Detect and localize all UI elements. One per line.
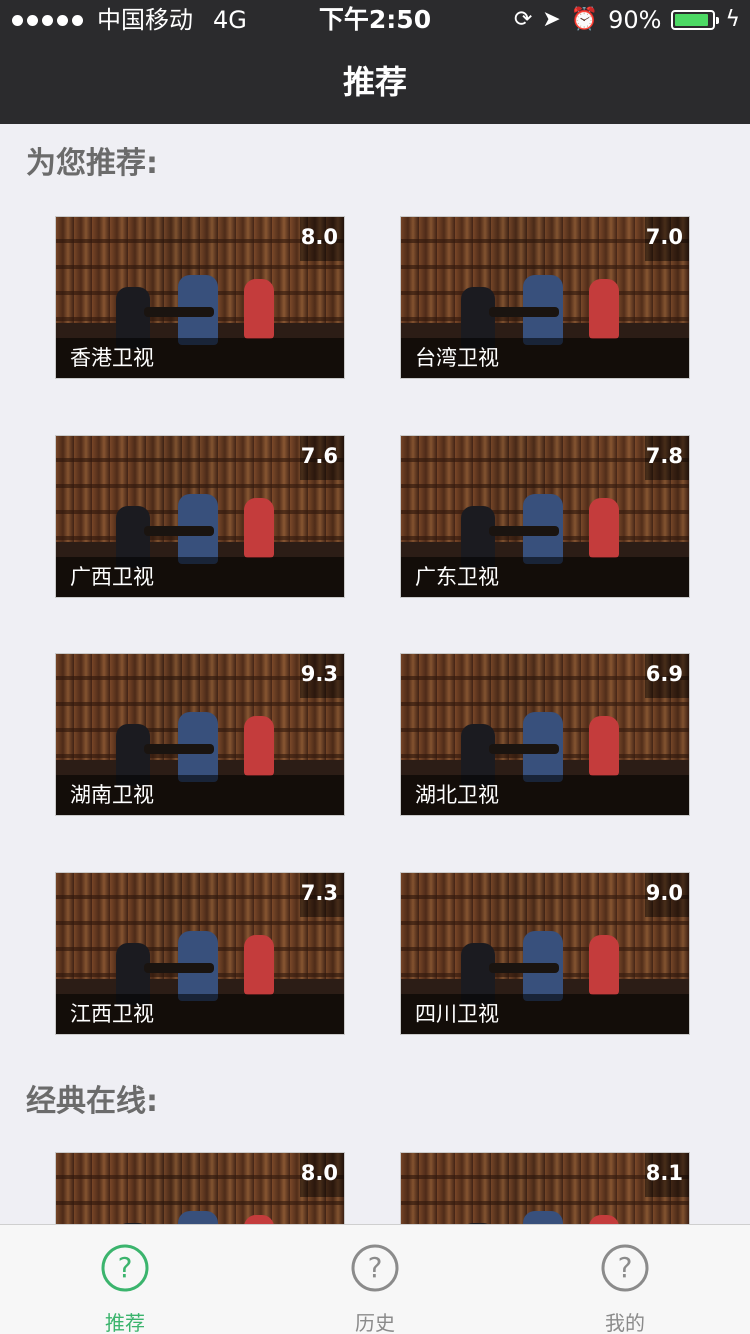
status-right: ⟳ ➤ ⏰ 90% ϟ (514, 0, 740, 40)
tab-label: 推荐 (105, 1311, 145, 1334)
tab-history[interactable]: ? 历史 (250, 1225, 500, 1334)
channel-card[interactable]: 7.0 台湾卫视 (400, 216, 690, 379)
channel-card[interactable]: 7.3 江西卫视 (55, 872, 345, 1035)
channel-name: 广西卫视 (56, 557, 344, 597)
rating-badge: 6.9 (645, 654, 689, 698)
tab-recommend[interactable]: ? 推荐 (0, 1225, 250, 1334)
svg-text:?: ? (118, 1251, 133, 1284)
rating-badge: 8.0 (300, 1153, 344, 1197)
orientation-lock-icon: ⟳ (513, 7, 533, 32)
rating-badge: 7.0 (645, 217, 689, 261)
rating-badge: 9.3 (300, 654, 344, 698)
channel-name: 四川卫视 (401, 994, 689, 1034)
channel-card[interactable]: 9.3 湖南卫视 (55, 653, 345, 816)
channel-card[interactable]: 7.6 广西卫视 (55, 435, 345, 598)
svg-text:?: ? (368, 1251, 383, 1284)
channel-card[interactable]: 8.0 香港卫视 (55, 216, 345, 379)
page-title: 推荐 (342, 63, 407, 101)
thumb-figure (589, 716, 619, 776)
thumb-table (489, 744, 559, 754)
thumb-figure (178, 1211, 218, 1224)
thumb-table (144, 526, 214, 536)
channel-card[interactable]: 8.0 (55, 1152, 345, 1224)
rating-badge: 8.1 (645, 1153, 689, 1197)
tab-label: 我的 (605, 1311, 645, 1334)
content-scroll-area[interactable]: 为您推荐: 8.0 香港卫视 7.0 台湾卫视 7.6 广西卫视 7.8 广东卫… (0, 124, 750, 1224)
thumb-table (489, 526, 559, 536)
help-circle-icon: ? (351, 1244, 399, 1292)
rating-badge: 7.3 (300, 873, 344, 917)
thumb-table (144, 744, 214, 754)
channel-name: 广东卫视 (401, 557, 689, 597)
channel-name: 台湾卫视 (401, 338, 689, 378)
section-title-recommended: 为您推荐: (26, 146, 158, 181)
help-circle-icon: ? (601, 1244, 649, 1292)
rating-badge: 8.0 (300, 217, 344, 261)
tab-label: 历史 (355, 1311, 395, 1334)
thumb-figure (244, 279, 274, 339)
svg-text:?: ? (618, 1251, 633, 1284)
help-circle-icon: ? (101, 1244, 149, 1292)
thumb-table (489, 963, 559, 973)
thumb-figure (589, 279, 619, 339)
battery-percent: 90% (608, 6, 662, 34)
charging-bolt-icon: ϟ (725, 7, 740, 32)
thumb-figure (244, 935, 274, 995)
thumb-figure (244, 716, 274, 776)
thumb-table (144, 307, 214, 317)
battery-icon (671, 10, 720, 30)
thumb-figure (589, 498, 619, 558)
battery-fill (675, 14, 708, 26)
channel-name: 江西卫视 (56, 994, 344, 1034)
thumb-figure (589, 935, 619, 995)
section-title-classics: 经典在线: (26, 1084, 158, 1119)
rating-badge: 7.6 (300, 436, 344, 480)
rating-badge: 7.8 (645, 436, 689, 480)
rating-badge: 9.0 (645, 873, 689, 917)
status-bar: 中国移动 4G 下午2:50 ⟳ ➤ ⏰ 90% ϟ (0, 0, 750, 40)
tab-mine[interactable]: ? 我的 (500, 1225, 750, 1334)
channel-card[interactable]: 8.1 (400, 1152, 690, 1224)
channel-card[interactable]: 6.9 湖北卫视 (400, 653, 690, 816)
thumb-figure (523, 1211, 563, 1224)
thumb-figure (244, 498, 274, 558)
alarm-clock-icon: ⏰ (570, 7, 599, 32)
location-arrow-icon: ➤ (542, 7, 561, 32)
channel-card[interactable]: 9.0 四川卫视 (400, 872, 690, 1035)
thumb-table (489, 307, 559, 317)
channel-name: 湖北卫视 (401, 775, 689, 815)
navigation-bar: 推荐 (0, 40, 750, 124)
channel-card[interactable]: 7.8 广东卫视 (400, 435, 690, 598)
channel-name: 香港卫视 (56, 338, 344, 378)
tab-bar: ? 推荐 ? 历史 ? 我的 (0, 1224, 750, 1334)
channel-name: 湖南卫视 (56, 775, 344, 815)
thumb-table (144, 963, 214, 973)
